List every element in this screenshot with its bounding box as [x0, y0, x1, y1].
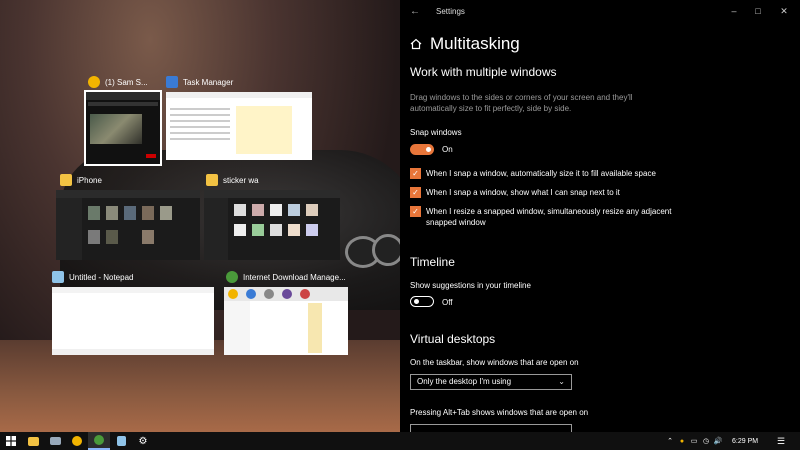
- gear-icon: ⚙: [138, 435, 148, 447]
- window-thumbnail[interactable]: [84, 90, 162, 166]
- action-center-button[interactable]: ☰: [770, 432, 792, 450]
- task-manager-icon: [166, 76, 178, 88]
- taskbar-notepad[interactable]: [110, 432, 132, 450]
- window-thumbnail[interactable]: [166, 92, 312, 160]
- taskbar-file-explorer[interactable]: [22, 432, 44, 450]
- snap-fill-label: When I snap a window, automatically size…: [426, 169, 656, 178]
- page-title: Multitasking: [430, 34, 520, 53]
- window-thumbnail[interactable]: [52, 287, 214, 355]
- idm-icon: [226, 271, 238, 283]
- window-title: Internet Download Manage...: [243, 272, 346, 282]
- taskbar: ⚙ ⌃ ● ▭ ◷ 🔊 6:29 PM ☰: [0, 432, 800, 450]
- taskbar-idm[interactable]: [88, 432, 110, 450]
- notification-icon: ☰: [776, 435, 786, 446]
- idm-icon: [94, 435, 104, 445]
- computer-icon: [49, 437, 61, 445]
- taskbar-settings[interactable]: ⚙: [132, 432, 154, 450]
- taskbar-chrome[interactable]: [66, 432, 88, 450]
- folder-icon: [60, 174, 72, 186]
- volume-icon[interactable]: 🔊: [712, 437, 724, 445]
- windows-icon: [6, 436, 16, 446]
- taskbar-windows-label: On the taskbar, show windows that are op…: [410, 358, 579, 367]
- timeline-suggestions-label: Show suggestions in your timeline: [410, 281, 531, 290]
- alttab-windows-label: Pressing Alt+Tab shows windows that are …: [410, 408, 589, 417]
- notepad-icon: [52, 271, 64, 283]
- window-title: iPhone: [77, 175, 102, 185]
- window-title: sticker wa: [223, 175, 259, 185]
- taskbar-windows-dropdown[interactable]: Only the desktop I'm using ⌄: [410, 374, 572, 390]
- snap-windows-label: Snap windows: [410, 128, 462, 137]
- folder-icon: [27, 436, 39, 446]
- snap-assist-area: (1) Sam S... Task Manager iPhone sticker…: [0, 0, 400, 432]
- taskbar-computer[interactable]: [44, 432, 66, 450]
- home-icon: [410, 38, 422, 50]
- chevron-up-icon[interactable]: ⌃: [664, 437, 676, 445]
- snap-assist-checkbox[interactable]: ✓: [410, 187, 421, 198]
- section-title-windows: Work with multiple windows: [410, 65, 557, 79]
- tray-app-icon[interactable]: ●: [676, 438, 688, 445]
- minimize-icon[interactable]: –: [722, 0, 746, 22]
- settings-window: ← Settings – □ ✕ Multitasking Work with …: [400, 0, 800, 432]
- alttab-windows-dropdown[interactable]: [410, 424, 572, 432]
- folder-icon: [206, 174, 218, 186]
- window-title: (1) Sam S...: [105, 77, 148, 87]
- timeline-suggestions-state: Off: [442, 298, 453, 307]
- dropdown-value: Only the desktop I'm using: [417, 377, 512, 386]
- close-icon[interactable]: ✕: [772, 0, 796, 22]
- start-button[interactable]: [0, 432, 22, 450]
- wifi-icon[interactable]: ◷: [700, 437, 712, 445]
- timeline-suggestions-toggle[interactable]: [410, 296, 434, 307]
- wallpaper-headlight-right: [372, 234, 400, 266]
- window-title: Task Manager: [183, 77, 234, 87]
- snap-resize-checkbox[interactable]: ✓: [410, 206, 421, 217]
- chrome-icon: [72, 436, 82, 446]
- system-tray: ⌃ ● ▭ ◷ 🔊 6:29 PM: [664, 432, 758, 450]
- snap-assist-label: When I snap a window, show what I can sn…: [426, 188, 620, 197]
- window-thumbnail[interactable]: [56, 190, 200, 260]
- page-header: Multitasking: [410, 34, 520, 54]
- section-title-timeline: Timeline: [410, 255, 455, 269]
- window-title: Settings: [436, 6, 465, 16]
- chrome-icon: [88, 76, 100, 88]
- maximize-icon[interactable]: □: [746, 0, 770, 22]
- section-title-virtual-desktops: Virtual desktops: [410, 332, 496, 346]
- notepad-icon: [116, 436, 126, 446]
- battery-icon[interactable]: ▭: [688, 437, 700, 445]
- section-description: Drag windows to the sides or corners of …: [410, 93, 633, 113]
- chevron-down-icon: ⌄: [558, 377, 565, 386]
- window-thumbnail[interactable]: [204, 190, 340, 260]
- snap-fill-checkbox[interactable]: ✓: [410, 168, 421, 179]
- clock[interactable]: 6:29 PM: [732, 438, 758, 445]
- window-thumbnail[interactable]: [224, 287, 348, 355]
- snap-windows-toggle[interactable]: [410, 144, 434, 155]
- back-arrow-icon[interactable]: ←: [400, 6, 430, 17]
- title-bar: ← Settings – □ ✕: [400, 0, 800, 22]
- snap-resize-label: When I resize a snapped window, simultan…: [426, 207, 672, 227]
- window-title: Untitled - Notepad: [69, 272, 134, 282]
- snap-windows-state: On: [442, 145, 453, 154]
